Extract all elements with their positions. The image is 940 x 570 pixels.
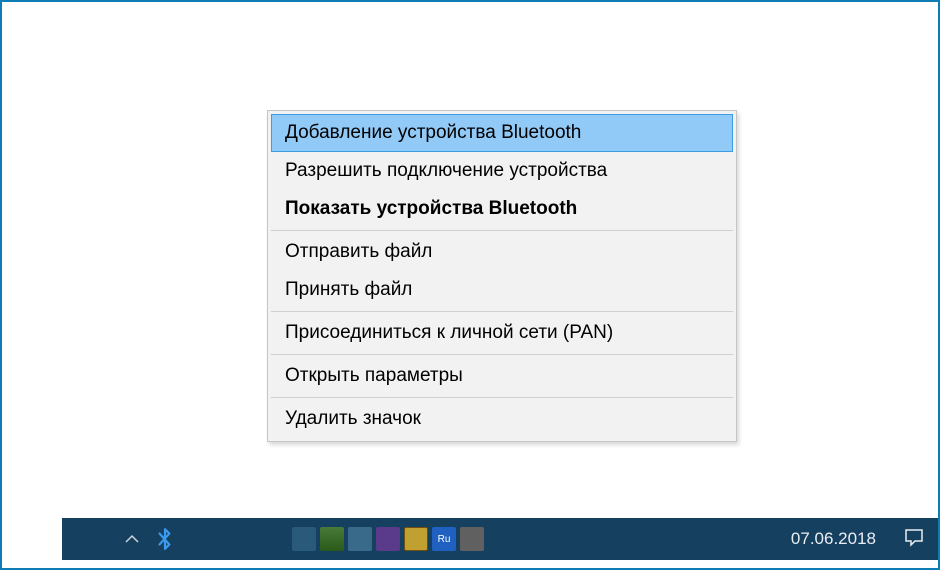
desktop: Добавление устройства Bluetooth Разрешит… — [2, 2, 938, 568]
menu-item-remove-icon[interactable]: Удалить значок — [271, 400, 733, 438]
menu-item-join-pan[interactable]: Присоединиться к личной сети (PAN) — [271, 314, 733, 352]
menu-separator — [271, 354, 733, 355]
bluetooth-context-menu: Добавление устройства Bluetooth Разрешит… — [267, 110, 737, 442]
tray-app-icon[interactable] — [292, 527, 316, 551]
menu-separator — [271, 311, 733, 312]
bluetooth-tray-icon[interactable] — [154, 525, 176, 553]
menu-item-send-file[interactable]: Отправить файл — [271, 233, 733, 271]
menu-item-open-settings[interactable]: Открыть параметры — [271, 357, 733, 395]
tray-app-icon[interactable] — [404, 527, 428, 551]
taskbar-right: 07.06.2018 — [777, 518, 938, 560]
menu-item-receive-file[interactable]: Принять файл — [271, 271, 733, 309]
tray-app-icon[interactable] — [460, 527, 484, 551]
tray-expand-chevron-icon[interactable] — [120, 525, 144, 554]
menu-separator — [271, 230, 733, 231]
menu-separator — [271, 397, 733, 398]
taskbar-tray — [62, 525, 176, 554]
menu-item-show-bluetooth-devices[interactable]: Показать устройства Bluetooth — [271, 190, 733, 228]
language-indicator[interactable]: Ru — [432, 527, 456, 551]
tray-app-icon[interactable] — [320, 527, 344, 551]
taskbar-app-icons: Ru — [292, 518, 484, 560]
tray-app-icon[interactable] — [348, 527, 372, 551]
taskbar-date[interactable]: 07.06.2018 — [777, 529, 890, 549]
action-center-icon[interactable] — [890, 527, 938, 552]
tray-app-icon[interactable] — [376, 527, 400, 551]
taskbar: Ru 07.06.2018 — [62, 518, 938, 560]
menu-item-add-bluetooth-device[interactable]: Добавление устройства Bluetooth — [271, 114, 733, 152]
menu-item-allow-device-connection[interactable]: Разрешить подключение устройства — [271, 152, 733, 190]
